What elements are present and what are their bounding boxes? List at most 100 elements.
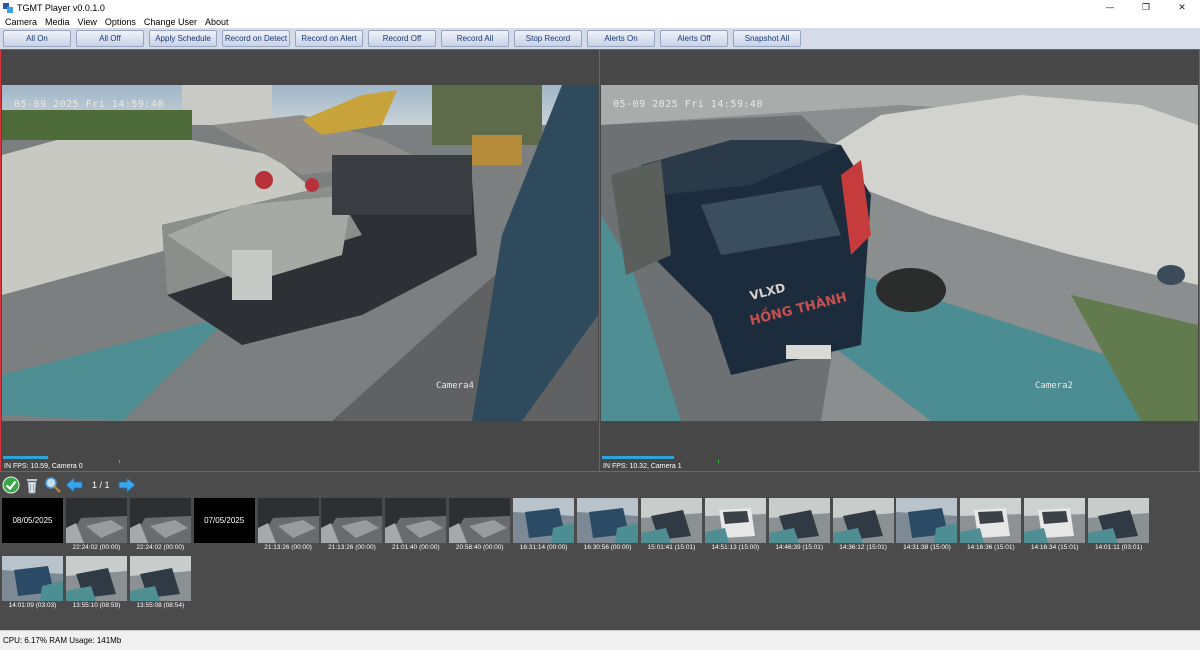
all-off-button[interactable]: All Off [76,30,144,47]
recording-date-header: 08/05/2025 [2,498,63,555]
window-controls: — ❐ ✕ [1092,0,1200,15]
apply-schedule-button[interactable]: Apply Schedule [149,30,217,47]
recording-thumbnail[interactable]: 13:55:08 (08:54) [129,556,191,613]
recording-preview-image [577,498,639,543]
search-icon[interactable] [44,476,62,494]
recording-caption: 13:55:08 (08:54) [136,602,185,609]
recording-preview-image [896,498,958,543]
recording-thumbnail[interactable]: 15:01:41 (15:01) [640,498,702,555]
camera-feed-0[interactable]: 05-09 2025 Fri 14:59:40 Camera4 [2,85,598,421]
recording-thumbnail[interactable]: 14:01:09 (03:03) [2,556,63,613]
record-on-alert-button[interactable]: Record on Alert [295,30,363,47]
recording-preview-image [513,498,575,543]
recording-thumbnail[interactable]: 14:36:12 (15:01) [832,498,894,555]
recordings-panel: 1 / 1 08/05/2025 22:24:02 (00:00) 22:24:02… [0,472,1200,630]
recording-caption: 22:24:02 (00:00) [136,544,185,551]
recording-thumbnail[interactable]: 22:24:02 (00:00) [65,498,127,555]
recording-caption: 14:16:36 (15:01) [967,544,1015,551]
recording-thumbnail[interactable]: 22:24:02 (00:00) [129,498,191,555]
alerts-off-button[interactable]: Alerts Off [660,30,728,47]
recording-thumbnail[interactable]: 14:16:36 (15:01) [960,498,1022,555]
recording-thumbnails: 08/05/2025 22:24:02 (00:00) 22:24:02 (00:0… [2,498,1198,614]
recording-thumbnail[interactable]: 13:55:10 (08:59) [65,556,127,613]
recording-thumbnail[interactable]: 21:01:40 (00:00) [385,498,447,555]
stop-record-button[interactable]: Stop Record [514,30,582,47]
alerts-on-button[interactable]: Alerts On [587,30,655,47]
recording-date-label: 08/05/2025 [2,498,63,543]
window-title: TGMT Player v0.0.1.0 [17,2,105,13]
recording-thumbnail[interactable]: 14:01:11 (03:01) [1088,498,1150,555]
recording-caption: 16:30:56 (00:00) [583,544,632,551]
recording-preview-image [1024,498,1086,543]
recording-preview-image [257,498,319,543]
recording-thumbnail[interactable]: 14:16:34 (15:01) [1024,498,1086,555]
app-logo-icon [3,2,13,13]
recording-thumbnail[interactable]: 14:51:13 (15:00) [704,498,766,555]
recording-thumbnail[interactable]: 21:13:26 (00:00) [257,498,319,555]
recording-caption: 14:01:09 (03:03) [8,602,57,609]
menu-change-user[interactable]: Change User [140,17,201,27]
camera-feed-image-1: VLXD HỒNG THÀNH [601,85,1198,421]
camera-buffer-bar [602,456,674,459]
recording-caption: 21:01:40 (00:00) [391,544,440,551]
recording-preview-image [832,498,894,543]
recording-preview-image [129,556,191,601]
recording-caption: 21:13:26 (00:00) [328,544,376,551]
close-button[interactable]: ✕ [1164,0,1200,15]
recording-preview-image [704,498,766,543]
restore-button[interactable]: ❐ [1128,0,1164,15]
menu-options[interactable]: Options [101,17,140,27]
recording-caption: 16:31:14 (00:00) [519,544,568,551]
camera-overlay-label: Camera4 [436,381,474,391]
recording-thumbnail[interactable]: 20:58:40 (00:00) [449,498,511,555]
page-indicator: 1 / 1 [92,480,110,490]
record-on-detect-button[interactable]: Record on Detect [222,30,290,47]
recording-caption: 21:13:26 (00:00) [264,544,312,551]
menu-view[interactable]: View [74,17,101,27]
all-on-button[interactable]: All On [3,30,71,47]
recording-thumbnail[interactable]: 16:30:56 (00:00) [577,498,639,555]
camera-pane-1[interactable]: VLXD HỒNG THÀNH 05-09 2025 Fri 14:59:40 … [599,49,1200,472]
status-bar: CPU: 6.17% RAM Usage: 141Mb [0,630,1200,650]
camera-overlay-label: Camera2 [1035,381,1073,391]
recording-preview-image [449,498,511,543]
recording-preview-image [2,556,63,601]
camera-timestamp: 05-09 2025 Fri 14:59:40 [14,99,164,110]
arrow-left-icon[interactable] [65,476,83,494]
menu-media[interactable]: Media [41,17,74,27]
menu-camera[interactable]: Camera [0,17,41,27]
recording-thumbnail[interactable]: 21:13:26 (00:00) [321,498,383,555]
recording-preview-image [768,498,830,543]
app-window: TGMT Player v0.0.1.0 — ❐ ✕ Camera Media … [0,0,1200,650]
trash-icon[interactable] [23,476,41,494]
check-icon[interactable] [2,476,20,494]
recording-caption: 14:46:39 (15:01) [775,544,824,551]
menu-about[interactable]: About [201,17,233,27]
menu-bar: Camera Media View Options Change User Ab… [0,15,1200,28]
recordings-controls: 1 / 1 [2,475,139,495]
recording-caption: 14:36:12 (15:01) [839,544,887,551]
minimize-button[interactable]: — [1092,0,1128,15]
record-off-button[interactable]: Record Off [368,30,436,47]
recording-preview-image [960,498,1022,543]
recording-caption: 14:16:34 (15:01) [1030,544,1079,551]
recording-preview-image [65,498,127,543]
camera-pane-0[interactable]: 05-09 2025 Fri 14:59:40 Camera4 IN FPS: … [0,49,600,472]
recording-caption: 14:51:13 (15:00) [711,544,760,551]
camera-feed-1[interactable]: VLXD HỒNG THÀNH 05-09 2025 Fri 14:59:40 … [601,85,1198,421]
title-bar: TGMT Player v0.0.1.0 — ❐ ✕ [0,0,1200,15]
recording-thumbnail[interactable]: 14:31:38 (15:00) [896,498,958,555]
camera-status-text: IN FPS: 10.59, Camera 0 [4,463,83,470]
camera-status-text: IN FPS: 10.32, Camera 1 [603,463,682,470]
camera-feed-image-0 [2,85,598,421]
recording-date-header: 07/05/2025 [193,498,255,555]
arrow-right-icon[interactable] [118,476,136,494]
recording-thumbnail[interactable]: 16:31:14 (00:00) [513,498,575,555]
resource-usage-text: CPU: 6.17% RAM Usage: 141Mb [3,636,122,645]
camera-activity-tick [718,460,719,463]
recording-preview-image [65,556,127,601]
recording-preview-image [385,498,447,543]
recording-thumbnail[interactable]: 14:46:39 (15:01) [768,498,830,555]
snapshot-all-button[interactable]: Snapshot All [733,30,801,47]
record-all-button[interactable]: Record All [441,30,509,47]
